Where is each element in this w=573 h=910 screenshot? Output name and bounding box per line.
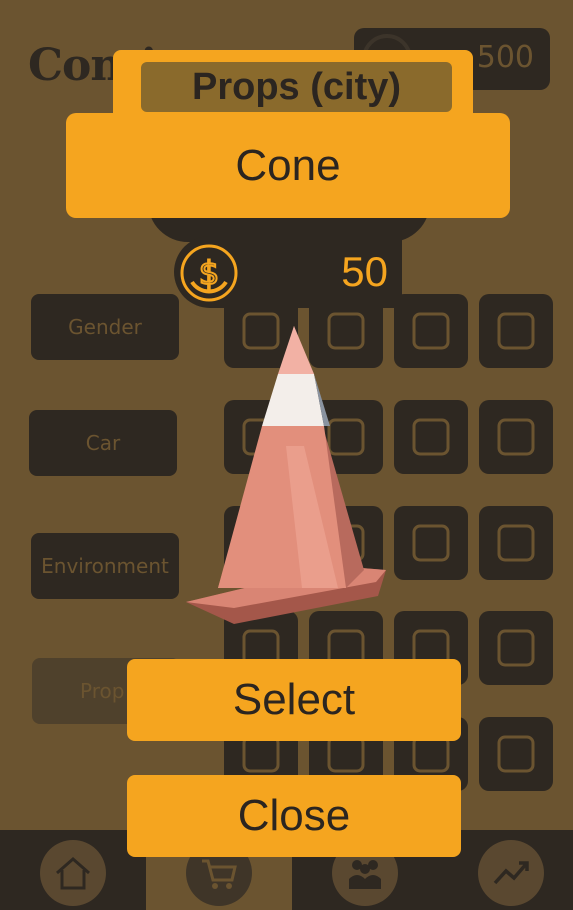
home-icon (56, 857, 90, 890)
tire-icon (497, 735, 535, 773)
item-price: $ 50 (174, 236, 402, 308)
close-button[interactable]: Close (127, 775, 461, 857)
item-name: Cone (66, 113, 510, 218)
cone-preview-image (186, 326, 386, 624)
item-tile[interactable] (479, 611, 553, 685)
coin-balance-value: 500 (476, 40, 534, 75)
item-tile[interactable] (479, 294, 553, 368)
nav-home[interactable] (0, 830, 146, 910)
item-tile[interactable] (394, 506, 468, 580)
item-tile[interactable] (479, 506, 553, 580)
fire-icon (412, 524, 450, 562)
item-price-value: 50 (341, 248, 388, 295)
select-button[interactable]: Select (127, 659, 461, 741)
trash-bin-icon (412, 418, 450, 456)
rocks-icon (497, 418, 535, 456)
crashed-car-icon (497, 524, 535, 562)
category-gender[interactable]: Gender (31, 294, 179, 360)
people-icon (349, 860, 381, 889)
trend-icon (493, 861, 529, 885)
item-tile[interactable] (394, 294, 468, 368)
cart-icon (202, 859, 237, 889)
item-tile[interactable] (394, 400, 468, 474)
fire-hydrant-icon (497, 312, 535, 350)
item-tile[interactable] (479, 717, 553, 791)
category-environment[interactable]: Environment (31, 533, 179, 599)
modal-title: Props (city) (141, 62, 452, 112)
item-tile[interactable] (479, 400, 553, 474)
category-car[interactable]: Car (29, 410, 177, 476)
pine-tree-icon (497, 629, 535, 667)
dollar-coin-icon: $ (180, 244, 238, 302)
svg-text:$: $ (199, 254, 219, 292)
speed-bump-icon (412, 312, 450, 350)
